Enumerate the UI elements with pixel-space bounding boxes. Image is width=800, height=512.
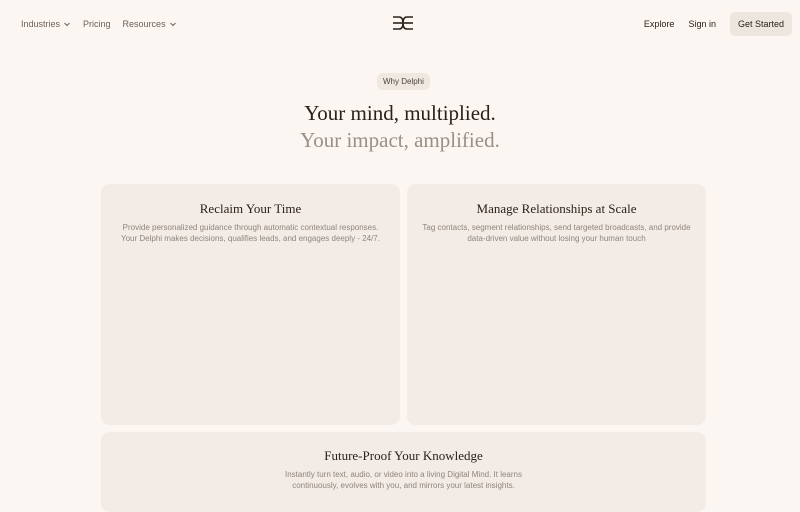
card-title: Reclaim Your Time [199, 201, 302, 216]
nav-pricing[interactable]: Pricing [83, 19, 111, 29]
nav-explore[interactable]: Explore [644, 19, 675, 29]
nav-sign-in[interactable]: Sign in [688, 19, 716, 29]
nav-left-group: Industries Pricing Resources [21, 9, 189, 38]
feature-card-manage-relationships: Manage Relationships at Scale Tag contac… [407, 184, 706, 425]
nav-resources[interactable]: Resources [123, 19, 177, 29]
nav-resources-label: Resources [122, 18, 166, 29]
nav-pricing-label: Pricing [83, 18, 111, 29]
chevron-down-icon [169, 20, 177, 28]
feature-card-reclaim-time: Reclaim Your Time Provide personalized g… [101, 184, 400, 425]
chevron-down-icon [63, 20, 71, 28]
card-title: Future-Proof Your Knowledge [324, 448, 483, 463]
feature-card-future-proof: Future-Proof Your Knowledge Instantly tu… [101, 432, 706, 512]
headline-line-2: Your impact, amplified. [300, 128, 500, 152]
card-description: Provide personalized guidance through au… [121, 223, 380, 243]
get-started-button[interactable]: Get Started [729, 12, 792, 36]
top-nav: Industries Pricing Resources Explore Sig… [8, 9, 794, 38]
card-description: Tag contacts, segment relationships, sen… [422, 223, 691, 243]
card-title: Manage Relationships at Scale [476, 201, 637, 216]
nav-right-group: Explore Sign in Get Started [644, 12, 792, 36]
hero-headline: Your mind, multiplied. Your impact, ampl… [0, 100, 800, 154]
nav-industries[interactable]: Industries [21, 19, 71, 29]
nav-industries-label: Industries [21, 18, 61, 29]
card-description: Instantly turn text, audio, or video int… [284, 470, 522, 490]
why-delphi-badge: Why Delphi [377, 73, 430, 90]
delphi-logo-icon[interactable] [392, 15, 414, 31]
headline-line-1: Your mind, multiplied. [304, 101, 496, 125]
